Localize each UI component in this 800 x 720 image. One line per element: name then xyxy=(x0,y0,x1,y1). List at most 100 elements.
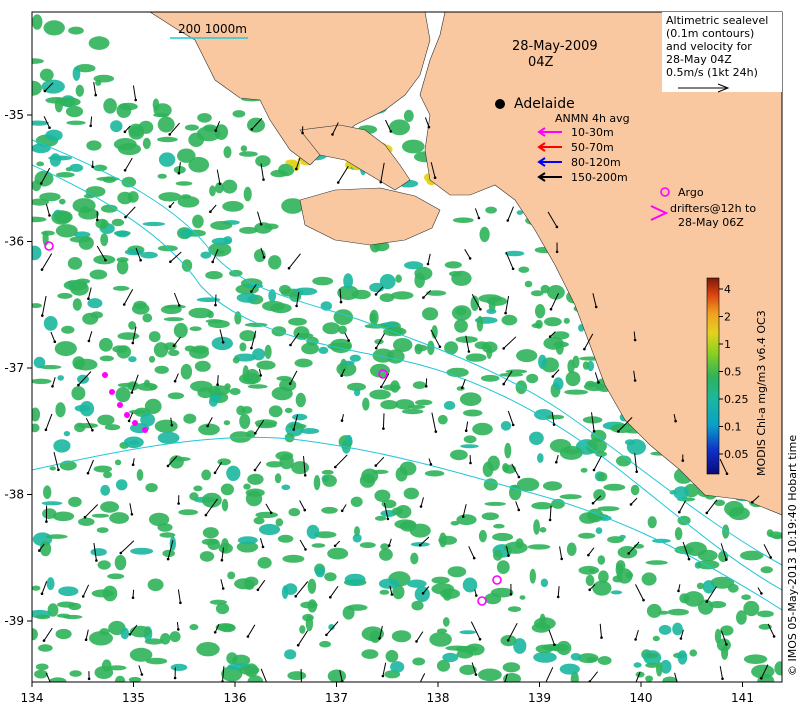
chl-patch xyxy=(597,506,620,512)
chl-patch xyxy=(34,669,48,679)
chl-patch xyxy=(208,396,218,407)
velocity-arrowhead xyxy=(468,257,472,260)
y-tick-label: -39 xyxy=(4,614,24,628)
velocity-arrowhead xyxy=(769,556,772,559)
chl-patch xyxy=(625,572,634,579)
chl-patch xyxy=(72,298,82,311)
chl-patch xyxy=(239,151,258,157)
chl-patch xyxy=(45,97,68,104)
chl-patch xyxy=(538,354,547,369)
velocity-legend-line1: Altimetric sealevel xyxy=(666,14,768,27)
velocity-arrowhead xyxy=(475,594,478,597)
velocity-arrowhead xyxy=(472,556,476,560)
velocity-arrowhead xyxy=(464,429,468,433)
city-label: Adelaide xyxy=(514,96,575,112)
chl-patch xyxy=(414,344,428,352)
velocity-arrow xyxy=(217,375,219,385)
chl-patch xyxy=(184,124,199,131)
colorbar-tick-label: 0.25 xyxy=(724,393,749,406)
chl-patch xyxy=(486,296,508,306)
chl-patch xyxy=(593,489,606,501)
velocity-arrowhead xyxy=(552,423,556,426)
chl-patch xyxy=(709,601,727,609)
velocity-arrowhead xyxy=(44,428,48,432)
velocity-arrowhead xyxy=(760,592,763,595)
chl-patch xyxy=(129,625,152,638)
chl-patch xyxy=(39,192,61,202)
chl-patch xyxy=(324,572,337,582)
chl-patch xyxy=(79,401,95,417)
chl-patch xyxy=(127,191,139,203)
chl-patch xyxy=(633,662,642,668)
velocity-arrowhead xyxy=(269,511,273,515)
velocity-arrowhead xyxy=(169,260,172,264)
scale-bar: 200 1000m xyxy=(170,22,248,39)
chl-patch xyxy=(207,310,214,319)
chl-patch xyxy=(658,624,672,635)
chl-patch xyxy=(327,547,349,560)
velocity-arrowhead xyxy=(687,557,691,561)
velocity-arrowhead xyxy=(509,593,513,596)
velocity-arrowhead xyxy=(721,677,724,681)
chl-patch xyxy=(197,113,212,123)
chl-patch xyxy=(218,543,233,554)
chl-patch xyxy=(232,110,246,118)
chl-patch xyxy=(148,512,170,527)
velocity-arrowhead xyxy=(123,130,127,134)
chl-patch xyxy=(268,405,283,418)
chl-patch xyxy=(452,217,474,223)
velocity-legend-line4: 28-May 04Z xyxy=(666,53,732,66)
velocity-arrowhead xyxy=(387,544,391,547)
chl-patch xyxy=(386,349,405,364)
velocity-arrowhead xyxy=(677,589,680,593)
chl-patch xyxy=(585,380,596,388)
chl-patch xyxy=(597,656,612,665)
chl-patch xyxy=(437,414,448,425)
chl-patch xyxy=(447,566,467,578)
chl-patch xyxy=(74,422,86,433)
chl-patch xyxy=(180,363,193,380)
chl-patch xyxy=(111,218,125,227)
chl-patch xyxy=(109,512,129,524)
chl-patch xyxy=(530,290,544,297)
velocity-arrowhead xyxy=(502,347,506,350)
chl-patch xyxy=(110,120,123,133)
velocity-legend-line5: 0.5m/s (1kt 24h) xyxy=(666,66,758,79)
chl-patch xyxy=(390,291,414,300)
velocity-arrowhead xyxy=(389,130,393,133)
velocity-arrowhead xyxy=(206,424,209,428)
chl-patch xyxy=(247,384,268,389)
velocity-arrowhead xyxy=(336,181,340,184)
velocity-arrowhead xyxy=(422,296,425,299)
chl-patch xyxy=(456,386,465,391)
chl-patch xyxy=(570,653,582,661)
chl-patch xyxy=(189,492,199,501)
velocity-arrowhead xyxy=(177,502,180,505)
chl-patch xyxy=(201,492,222,508)
velocity-arrowhead xyxy=(329,595,332,599)
chl-patch xyxy=(306,524,320,539)
velocity-arrowhead xyxy=(104,258,107,262)
chl-patch xyxy=(209,185,216,197)
velocity-arrowhead xyxy=(426,262,430,266)
chl-patch xyxy=(645,662,659,668)
chl-patch xyxy=(41,501,63,506)
velocity-arrowhead xyxy=(681,459,685,462)
chl-patch xyxy=(372,469,389,474)
velocity-arrowhead xyxy=(469,461,472,465)
chl-patch xyxy=(147,578,164,592)
chl-patch xyxy=(49,466,56,471)
chl-patch xyxy=(128,676,142,682)
velocity-arrowhead xyxy=(415,640,418,643)
chl-patch xyxy=(173,322,188,339)
velocity-arrowhead xyxy=(214,303,217,307)
chl-patch xyxy=(757,610,774,618)
velocity-arrowhead xyxy=(594,305,598,309)
chl-patch xyxy=(99,355,114,362)
chl-patch xyxy=(407,579,427,588)
chl-patch xyxy=(39,68,54,82)
chl-patch xyxy=(112,285,130,291)
chl-patch xyxy=(226,465,241,481)
velocity-arrowhead xyxy=(592,429,596,433)
chl-patch xyxy=(288,423,307,430)
